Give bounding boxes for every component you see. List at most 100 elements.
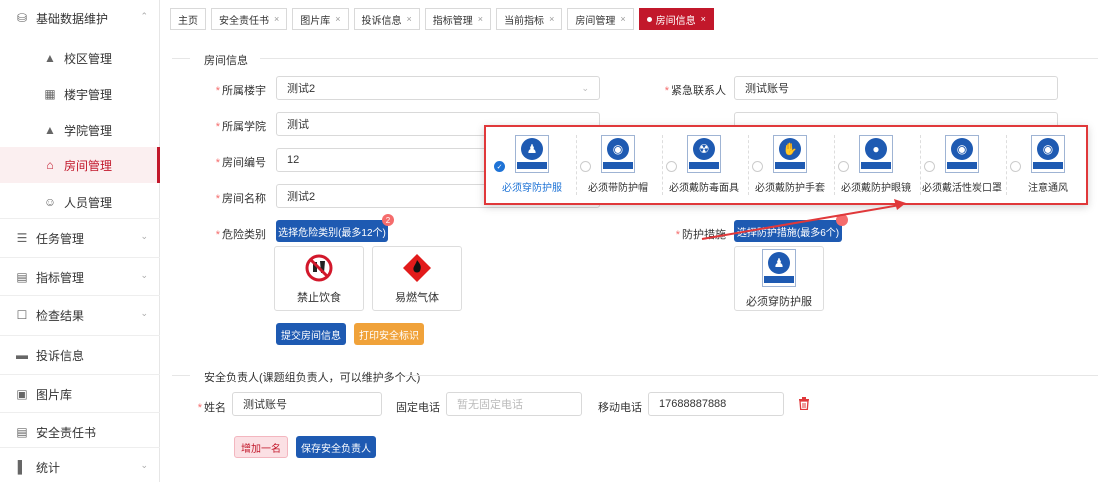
sidebar-item-label: 统计: [36, 460, 61, 475]
protection-option[interactable]: ● 必须戴防护眼镜: [834, 135, 918, 199]
tab[interactable]: 房间信息 ×: [638, 8, 714, 30]
danger-card[interactable]: 禁止饮食: [274, 246, 364, 311]
sidebar-item-label: 投诉信息: [36, 348, 85, 363]
danger-caption: 禁止饮食: [297, 291, 341, 304]
sidebar-item[interactable]: ▲ 校区管理: [0, 40, 160, 76]
building-select[interactable]: 测试2 ⌄: [276, 76, 600, 100]
safety-section-title: 安全负责人(课题组负责人，可以维护多个人): [204, 372, 421, 384]
protection-option-caption: 注意通风: [1028, 183, 1068, 194]
protection-option[interactable]: ◉ 必须带防护帽: [576, 135, 660, 199]
flammable-gas-icon: [403, 253, 431, 282]
select-danger-button[interactable]: 选择危险类别(最多12个): [276, 220, 388, 242]
chevron-icon: ⌄: [140, 308, 148, 318]
danger-count-badge: 2: [382, 214, 394, 226]
home-icon: ⌂: [46, 158, 54, 172]
protection-caption: 必须穿防护服: [746, 295, 812, 308]
radio-icon[interactable]: [666, 161, 677, 172]
protection-option[interactable]: ✋ 必须戴防护手套: [748, 135, 832, 199]
no-eating-icon: [305, 254, 333, 281]
print-safety-label-button[interactable]: 打印安全标识: [354, 323, 424, 345]
delete-icon[interactable]: [798, 397, 810, 410]
radio-icon[interactable]: [752, 161, 763, 172]
ventilation-icon: ◉: [1031, 135, 1065, 173]
protection-option[interactable]: ✓ ♟ 必须穿防护服: [490, 135, 574, 199]
radio-icon[interactable]: [580, 161, 591, 172]
sidebar-item[interactable]: ☺ 人员管理: [0, 184, 160, 220]
sidebar-item-label: 图片库: [36, 387, 73, 402]
database-icon: ⛁: [16, 11, 28, 25]
gas-mask-icon: ☢: [687, 135, 721, 173]
sidebar: ⛁ 基础数据维护 ⌃ ▲ 校区管理 ▦ 楼宇管理 ▲ 学院管理 ⌂ 房间管理 ☺ 人员管理 ☰ 任务管理 ⌄ ▤…: [0, 0, 160, 482]
emergency-contact-input[interactable]: 测试账号: [734, 76, 1058, 100]
close-icon[interactable]: ×: [335, 14, 340, 24]
room-number-label: * 房间编号: [215, 157, 266, 169]
building-label: * 所属楼宇: [215, 85, 266, 97]
graduation-cap-icon: ▲: [44, 123, 56, 137]
name-input[interactable]: 测试账号: [232, 392, 382, 416]
tab-label: 房间信息: [655, 15, 696, 27]
sidebar-item[interactable]: ▲ 学院管理: [0, 112, 160, 148]
sidebar-item[interactable]: ☰ 任务管理 ⌄: [0, 220, 160, 256]
sidebar-item-label: 房间管理: [64, 158, 113, 173]
submit-room-button[interactable]: 提交房间信息: [276, 323, 346, 345]
tab-label: 主页: [178, 15, 198, 27]
sidebar-item[interactable]: ⛁ 基础数据维护 ⌃: [0, 0, 160, 36]
main-content: 房间信息 * 所属楼宇 测试2 ⌄ * 所属学院 测试 * 房间编号 12 * 房间名称 …: [160, 34, 1107, 482]
radio-icon[interactable]: [924, 161, 935, 172]
sidebar-item[interactable]: ▤ 指标管理 ⌄: [0, 259, 160, 295]
close-icon[interactable]: ×: [274, 14, 279, 24]
tab[interactable]: 当前指标 ×: [496, 8, 563, 30]
tab[interactable]: 安全责任书 ×: [211, 8, 288, 30]
protection-card[interactable]: ♟ 必须穿防护服: [734, 246, 824, 311]
radio-icon[interactable]: [1010, 161, 1021, 172]
close-icon[interactable]: ×: [478, 14, 483, 24]
section-divider: [172, 375, 190, 376]
sidebar-item-label: 任务管理: [36, 231, 85, 246]
phone-input[interactable]: 暂无固定电话: [446, 392, 582, 416]
tab[interactable]: 指标管理 ×: [424, 8, 492, 30]
danger-caption: 易燃气体: [395, 291, 439, 304]
close-icon[interactable]: ×: [620, 14, 625, 24]
protective-suit-icon: ♟: [515, 135, 549, 173]
sidebar-divider: [0, 447, 160, 448]
active-dot-icon: [646, 16, 652, 22]
tab-label: 房间管理: [575, 15, 616, 27]
close-icon[interactable]: ×: [701, 14, 706, 24]
sidebar-item-label: 指标管理: [36, 270, 85, 285]
sidebar-item-label: 基础数据维护: [36, 11, 109, 26]
sidebar-item[interactable]: ▦ 楼宇管理: [0, 76, 160, 112]
tab-label: 图片库: [300, 15, 331, 27]
protection-option[interactable]: ◉ 必须戴活性炭口罩: [920, 135, 1004, 199]
tab[interactable]: 房间管理 ×: [567, 8, 634, 30]
sidebar-item[interactable]: ▬ 投诉信息: [0, 337, 160, 373]
checked-radio-icon[interactable]: ✓: [494, 161, 505, 172]
section-divider: [172, 58, 190, 59]
protection-option-caption: 必须戴防护手套: [755, 183, 825, 194]
sidebar-item[interactable]: ▣ 图片库: [0, 376, 160, 412]
add-person-button[interactable]: 增加一名: [234, 436, 288, 458]
helmet-icon: ◉: [601, 135, 635, 173]
emergency-contact-label: * 紧急联系人: [664, 85, 726, 97]
protection-option[interactable]: ☢ 必须戴防毒面具: [662, 135, 746, 199]
tab[interactable]: 主页: [170, 8, 206, 30]
sidebar-divider: [0, 218, 160, 219]
tab[interactable]: 图片库 ×: [292, 8, 349, 30]
mobile-input[interactable]: 17688887888: [648, 392, 784, 416]
tab-label: 安全责任书: [219, 15, 269, 27]
close-icon[interactable]: ×: [407, 14, 412, 24]
danger-card[interactable]: 易燃气体: [372, 246, 462, 311]
tab[interactable]: 投诉信息 ×: [353, 8, 420, 30]
campus-icon: ▲: [44, 51, 56, 65]
chevron-down-icon: ⌄: [581, 83, 589, 93]
sidebar-item[interactable]: ⌂ 房间管理: [0, 147, 160, 183]
save-safety-person-button[interactable]: 保存安全负责人: [296, 436, 376, 458]
sidebar-item[interactable]: ▌ 统计 ⌄: [0, 449, 160, 485]
sidebar-item[interactable]: ☐ 检查结果 ⌄: [0, 297, 160, 333]
sidebar-item[interactable]: ▤ 安全责任书: [0, 414, 160, 450]
sidebar-divider: [0, 412, 160, 413]
sidebar-item-label: 安全责任书: [36, 425, 97, 440]
radio-icon[interactable]: [838, 161, 849, 172]
protection-option[interactable]: ◉ 注意通风: [1006, 135, 1090, 199]
close-icon[interactable]: ×: [549, 14, 554, 24]
tab-label: 当前指标: [504, 15, 545, 27]
